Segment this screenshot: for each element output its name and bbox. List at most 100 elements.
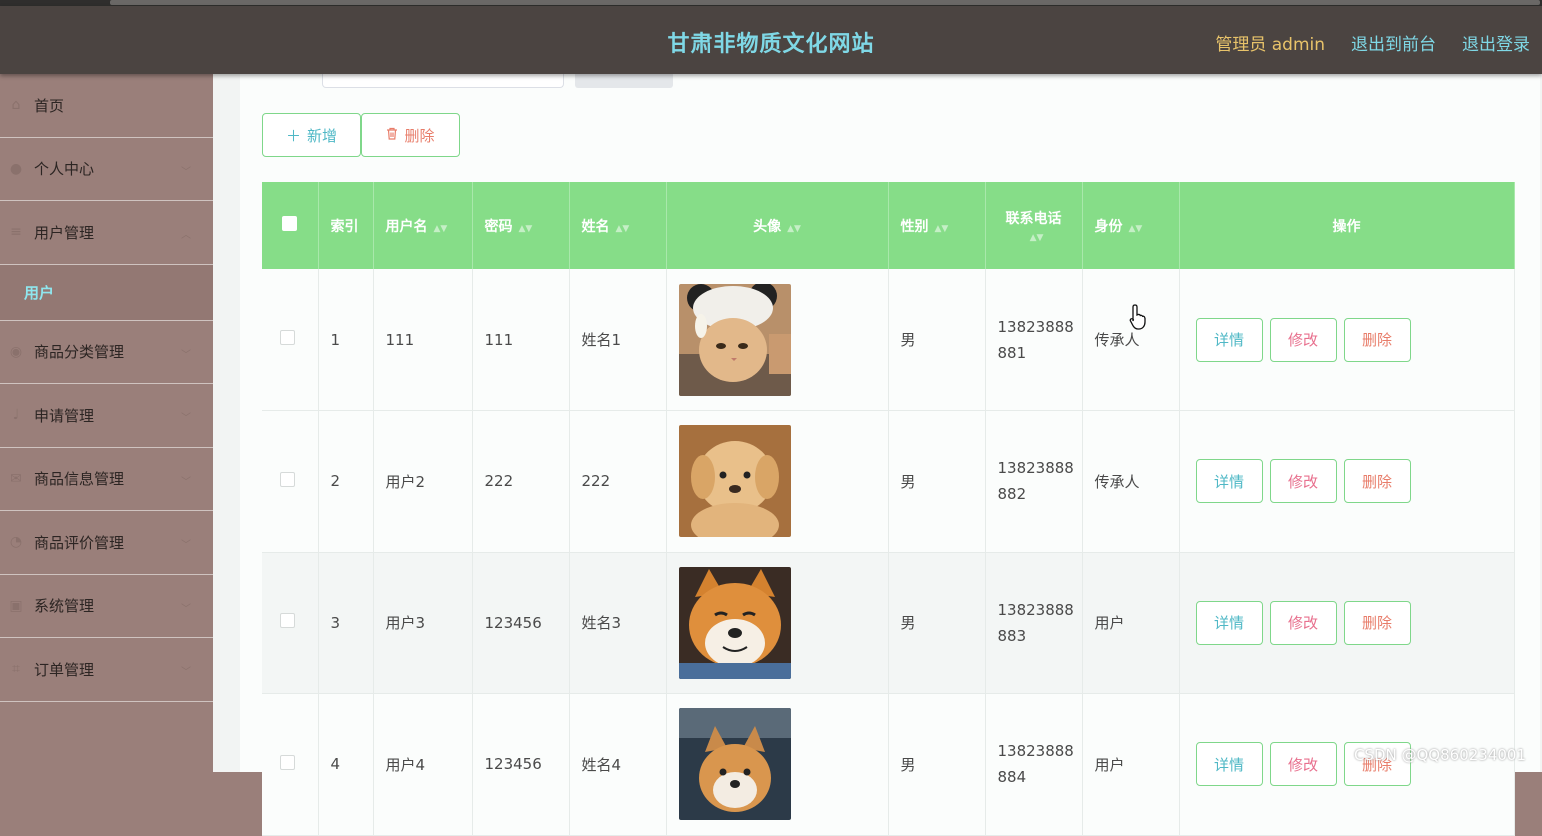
row-checkbox[interactable] (280, 330, 295, 345)
watermark: CSDN @QQ860234001 (1354, 746, 1526, 764)
cell-index: 4 (318, 694, 373, 836)
clock-icon: ◔ (8, 534, 24, 550)
cell-index: 3 (318, 552, 373, 694)
cell-operations: 详情修改删除 (1179, 552, 1514, 694)
avatar-cat-image[interactable] (679, 284, 791, 396)
sidebar-subitem-users[interactable]: 用户 (0, 265, 213, 321)
select-all-checkbox[interactable] (282, 216, 297, 231)
user-table: 索引 用户名▲▼ 密码▲▼ 姓名▲▼ 头像▲▼ 性别▲▼ 联系电话▲▼ 身份▲▼… (262, 182, 1515, 836)
cell-avatar (666, 552, 888, 694)
delete-button[interactable]: 删除 (1344, 318, 1411, 362)
sidebar-item-home[interactable]: ⌂ 首页 (0, 74, 213, 138)
row-checkbox[interactable] (280, 472, 295, 487)
edit-button[interactable]: 修改 (1270, 459, 1337, 503)
add-button[interactable]: ＋ 新增 (262, 113, 361, 157)
cell-role: 传承人 (1082, 269, 1179, 411)
cell-username: 111 (373, 269, 472, 411)
cell-avatar (666, 411, 888, 553)
sidebar-item-system[interactable]: ▣ 系统管理 ﹀ (0, 575, 213, 639)
sort-icon[interactable]: ▲▼ (935, 224, 949, 234)
cell-phone: 13823888882 (985, 411, 1082, 553)
sidebar-item-application[interactable]: ♩ 申请管理 ﹀ (0, 384, 213, 448)
avatar-dog-image[interactable] (679, 708, 791, 820)
detail-button[interactable]: 详情 (1196, 601, 1263, 645)
cell-gender: 男 (888, 411, 985, 553)
sidebar-item-label: 首页 (34, 95, 64, 116)
sidebar-item-label: 申请管理 (34, 405, 94, 426)
cell-index: 2 (318, 411, 373, 553)
search-input[interactable] (322, 74, 564, 88)
table-row: 4 用户4 123456 姓名4 (262, 694, 1514, 836)
header-name[interactable]: 姓名▲▼ (569, 182, 666, 269)
top-header: 甘肃非物质文化网站 管理员 admin 退出到前台 退出登录 (0, 6, 1542, 74)
cell-username: 用户3 (373, 552, 472, 694)
detail-button[interactable]: 详情 (1196, 742, 1263, 786)
table-row: 3 用户3 123456 姓名3 (262, 552, 1514, 694)
trash-icon (386, 126, 398, 144)
cell-password: 222 (472, 411, 569, 553)
sidebar-item-label: 商品评价管理 (34, 532, 124, 553)
sidebar-item-label: 系统管理 (34, 595, 94, 616)
search-button[interactable] (575, 74, 673, 88)
sidebar-item-orders[interactable]: ⌗ 订单管理 ﹀ (0, 638, 213, 702)
sort-icon[interactable]: ▲▼ (434, 224, 448, 234)
row-checkbox[interactable] (280, 613, 295, 628)
admin-label: 管理员 admin (1215, 30, 1325, 55)
edit-button[interactable]: 修改 (1270, 742, 1337, 786)
header-phone[interactable]: 联系电话▲▼ (985, 182, 1082, 269)
cell-avatar (666, 269, 888, 411)
avatar-puppy-image[interactable] (679, 425, 791, 537)
sort-icon[interactable]: ▲▼ (519, 224, 533, 234)
crop-icon: ⌗ (8, 661, 24, 677)
scrollbar-track[interactable] (110, 0, 1540, 5)
header-role[interactable]: 身份▲▼ (1082, 182, 1179, 269)
list-icon: ≡ (8, 224, 24, 240)
location-icon: ◉ (8, 344, 24, 360)
sidebar-item-label: 商品分类管理 (34, 341, 124, 362)
cell-role: 用户 (1082, 694, 1179, 836)
header-gender[interactable]: 性别▲▼ (888, 182, 985, 269)
header-operations: 操作 (1179, 182, 1514, 269)
back-to-front-link[interactable]: 退出到前台 (1351, 30, 1436, 55)
sort-icon[interactable]: ▲▼ (787, 224, 801, 234)
sidebar-item-profile[interactable]: ● 个人中心 ﹀ (0, 138, 213, 202)
cell-gender: 男 (888, 552, 985, 694)
sort-icon[interactable]: ▲▼ (1129, 224, 1143, 234)
row-checkbox[interactable] (280, 755, 295, 770)
edit-button[interactable]: 修改 (1270, 318, 1337, 362)
detail-button[interactable]: 详情 (1196, 318, 1263, 362)
cell-password: 123456 (472, 694, 569, 836)
sidebar-item-category[interactable]: ◉ 商品分类管理 ﹀ (0, 321, 213, 385)
cell-password: 123456 (472, 552, 569, 694)
delete-button[interactable]: 删除 (1344, 459, 1411, 503)
header-select-all[interactable] (262, 182, 318, 269)
header-index: 索引 (318, 182, 373, 269)
detail-button[interactable]: 详情 (1196, 459, 1263, 503)
cell-operations: 详情修改删除 (1179, 411, 1514, 553)
sidebar-item-product-info[interactable]: ✉ 商品信息管理 ﹀ (0, 448, 213, 512)
sidebar-item-label: 用户管理 (34, 222, 94, 243)
add-button-label: 新增 (307, 125, 337, 146)
header-username[interactable]: 用户名▲▼ (373, 182, 472, 269)
chevron-down-icon: ﹀ (181, 600, 191, 615)
chevron-down-icon: ﹀ (181, 536, 191, 551)
cell-password: 111 (472, 269, 569, 411)
delete-button[interactable]: 删除 (1344, 601, 1411, 645)
cell-name: 姓名4 (569, 694, 666, 836)
batch-delete-button[interactable]: 删除 (361, 113, 460, 157)
edit-button[interactable]: 修改 (1270, 601, 1337, 645)
sort-icon[interactable]: ▲▼ (616, 224, 630, 234)
logout-link[interactable]: 退出登录 (1462, 30, 1530, 55)
cell-name: 姓名1 (569, 269, 666, 411)
avatar-shiba-image[interactable] (679, 567, 791, 679)
cell-phone: 13823888884 (985, 694, 1082, 836)
sidebar-item-label: 个人中心 (34, 158, 94, 179)
sidebar-item-product-review[interactable]: ◔ 商品评价管理 ﹀ (0, 511, 213, 575)
cell-role: 传承人 (1082, 411, 1179, 553)
sidebar-item-user-management[interactable]: ≡ 用户管理 ︿ (0, 201, 213, 265)
cell-avatar (666, 694, 888, 836)
header-avatar[interactable]: 头像▲▼ (666, 182, 888, 269)
sort-icon[interactable]: ▲▼ (1030, 233, 1044, 243)
header-password[interactable]: 密码▲▼ (472, 182, 569, 269)
user-icon: ● (8, 161, 24, 177)
